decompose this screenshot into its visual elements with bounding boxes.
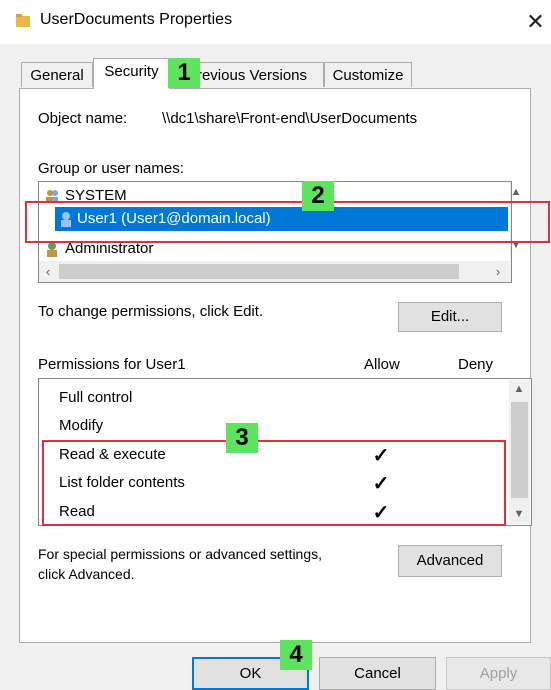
advanced-text-line2: click Advanced.: [38, 566, 135, 582]
deny-column-header: Deny: [458, 356, 494, 373]
object-name-label: Object name:: [38, 110, 128, 127]
admin-user-icon: [47, 242, 57, 257]
tab-security[interactable]: Security: [93, 58, 170, 89]
scroll-left-icon[interactable]: ‹: [41, 264, 55, 279]
annotation-badge-3: 3: [226, 423, 258, 453]
allow-column-header: Allow: [364, 356, 400, 373]
permissions-header: Permissions for User1: [38, 356, 186, 373]
advanced-text-line1: For special permissions or advanced sett…: [38, 546, 323, 562]
scroll-down-icon[interactable]: ▼: [512, 508, 526, 520]
apply-button[interactable]: Apply: [446, 657, 551, 690]
folder-icon: [16, 14, 30, 27]
annotation-badge-4: 4: [280, 640, 312, 670]
cancel-button[interactable]: Cancel: [319, 657, 436, 690]
edit-button[interactable]: Edit...: [398, 302, 502, 332]
scroll-up-icon[interactable]: ▲: [512, 383, 526, 395]
tab-customize[interactable]: Customize: [324, 62, 412, 87]
permission-row: Full control: [59, 389, 133, 406]
horizontal-scrollbar[interactable]: ‹ ›: [39, 261, 511, 282]
horizontal-scroll-thumb[interactable]: [59, 264, 459, 279]
annotation-badge-2: 2: [302, 181, 334, 211]
tab-general[interactable]: General: [21, 62, 93, 87]
scroll-right-icon[interactable]: ›: [491, 264, 505, 279]
permission-row: Modify: [59, 417, 104, 434]
advanced-button[interactable]: Advanced: [398, 545, 502, 577]
group-names-label: Group or user names:: [38, 160, 184, 177]
scroll-thumb[interactable]: [511, 402, 528, 498]
permissions-scrollbar[interactable]: ▲ ▼: [509, 380, 530, 524]
window-title: UserDocuments Properties: [40, 11, 233, 28]
annotation-badge-1: 1: [168, 58, 200, 88]
object-name-value: \\dc1\share\Front-end\UserDocuments: [162, 110, 418, 127]
scroll-up-icon[interactable]: ▲: [509, 186, 523, 198]
close-button[interactable]: ✕: [520, 6, 551, 38]
highlight-box-user: [25, 201, 550, 243]
highlight-box-permissions: [42, 440, 506, 526]
change-permissions-text: To change permissions, click Edit.: [38, 303, 264, 320]
